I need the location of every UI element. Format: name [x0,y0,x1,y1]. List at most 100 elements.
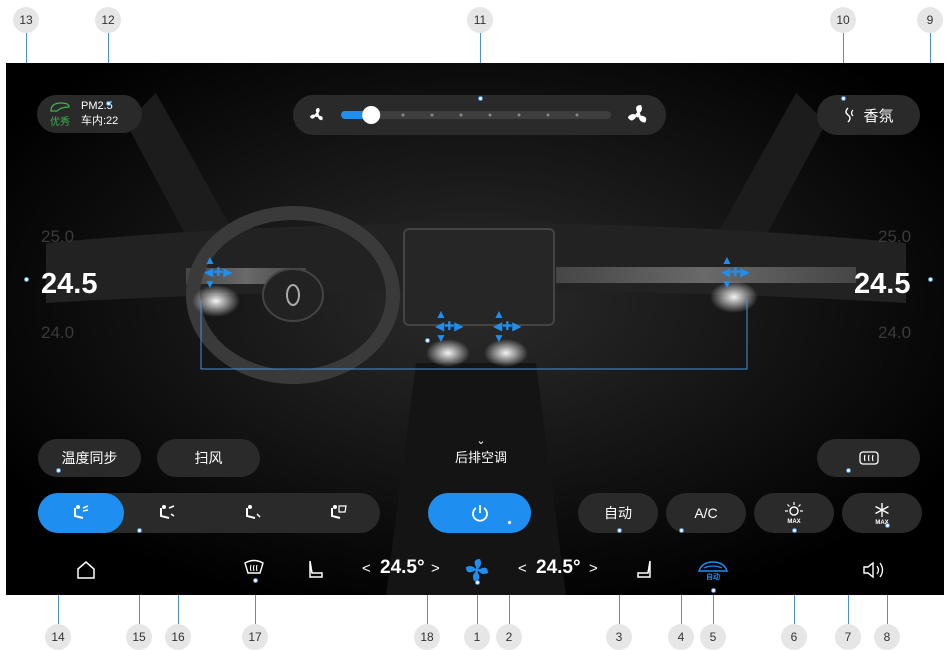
svg-text:自动: 自动 [706,572,720,581]
rear-defrost-icon [858,451,879,465]
passenger-temp-display: 24.5° [536,557,581,578]
driver-temp-display: 24.5° [380,557,425,578]
callout-10: 10 [830,7,856,33]
callout-13: 13 [13,7,39,33]
callout-16: 16 [165,624,191,650]
bottom-nav-bar: < 24.5° > < 24.5° > 自动 [6,545,944,595]
callout-3: 3 [606,624,632,650]
leader-dot-6 [792,528,797,533]
driver-temp-below[interactable]: 24.0 [41,323,74,343]
fragrance-button[interactable]: 香氛 [817,95,920,135]
interior-pm25-value: 车内:22 [81,115,119,127]
leader-dot-11 [478,96,483,101]
fan-high-icon [627,105,647,123]
airflow-defrost-feet-icon [331,505,347,519]
leader-dot-4 [679,528,684,533]
leader-dot-15 [137,528,142,533]
air-quality-rating: 优秀 [50,116,70,128]
leader-dot-13 [24,277,29,282]
driver-temp-above[interactable]: 25.0 [41,227,74,247]
max-cool-icon: MAX [875,503,889,525]
max-cool-button[interactable]: MAX [842,493,922,533]
leader-dot-10 [841,96,846,101]
airflow-mode-group [38,493,380,533]
leader-dot-9 [928,277,933,282]
center-right-vent-arrows-icon[interactable]: ▲ ◀✚▶ ▼ [493,308,522,344]
fragrance-label: 香氛 [863,107,894,125]
leader-dot-18 [425,338,430,343]
callout-15: 15 [126,624,152,650]
leaf-icon [50,101,70,112]
fragrance-icon [845,107,854,123]
leader-line-5 [713,590,714,624]
driver-seat-icon[interactable] [304,558,326,580]
airflow-feet-icon [246,505,261,519]
ac-button[interactable]: A/C [666,493,746,533]
rear-ac-button[interactable]: ⌄ 后排空调 [441,435,521,466]
callout-9: 9 [917,7,943,33]
leader-dot-1 [475,580,480,585]
rear-ac-label: 后排空调 [454,450,507,465]
leader-dot-3 [617,528,622,533]
callout-2: 2 [496,624,522,650]
callout-12: 12 [95,7,121,33]
callout-14: 14 [45,624,71,650]
temp-sync-button[interactable]: 温度同步 [38,439,141,477]
air-quality-badge[interactable]: 优秀 PM2.5 车内:22 [37,95,142,133]
leader-dot-7 [846,468,851,473]
air-quality-status: 优秀 [49,101,71,128]
callout-8: 8 [874,624,900,650]
driver-temp-decrease[interactable]: < [362,560,371,577]
leader-dot-5 [711,588,716,593]
callout-6: 6 [781,624,807,650]
leader-dot-14 [56,468,61,473]
driver-temp-current[interactable]: 24.5 [41,268,97,301]
center-left-vent-arrows-icon[interactable]: ▲ ◀✚▶ ▼ [435,308,464,344]
leader-dot-12 [106,101,111,106]
max-heat-icon: MAX [785,502,803,525]
power-button[interactable] [428,493,531,533]
power-icon [471,505,488,522]
passenger-temp-above[interactable]: 25.0 [878,227,911,247]
airflow-mode-face-feet[interactable] [124,493,210,533]
climate-control-screen: ▲ ◀✚▶ ▼ ▲ ◀✚▶ ▼ ▲ ◀✚▶ ▼ ▲ ◀✚▶ ▼ 优秀 PM2.5 车内:22 [6,63,944,595]
callout-7: 7 [835,624,861,650]
front-defrost-icon[interactable] [243,559,265,579]
passenger-vent-arrows-icon[interactable]: ▲ ◀✚▶ ▼ [721,254,750,290]
svg-text:MAX: MAX [787,519,800,525]
annotated-screenshot: 13 12 11 10 9 14 15 16 17 18 1 2 3 4 5 6… [0,0,949,650]
max-heat-button[interactable]: MAX [754,493,834,533]
passenger-temp-increase[interactable]: > [589,560,598,577]
rear-defrost-button[interactable] [817,439,920,477]
airflow-mode-feet[interactable] [210,493,296,533]
leader-dot-2 [507,520,512,525]
driver-temp-increase[interactable]: > [431,560,440,577]
fan-speed-slider[interactable] [293,95,666,135]
auto-button[interactable]: 自动 [578,493,658,533]
fan-slider-knob[interactable] [362,106,381,124]
chevron-down-icon: ⌄ [476,435,486,447]
callout-18: 18 [414,624,440,650]
callout-4: 4 [668,624,694,650]
leader-dot-8 [885,523,890,528]
home-icon[interactable] [75,559,97,581]
passenger-temp-below[interactable]: 24.0 [878,323,911,343]
airflow-mode-face[interactable] [38,493,124,533]
driver-vent-arrows-icon[interactable]: ▲ ◀✚▶ ▼ [204,254,233,290]
air-recirculation-icon[interactable]: 自动 [696,557,730,581]
passenger-seat-icon[interactable] [634,558,656,580]
leader-dot-17 [253,578,258,583]
airflow-mode-defrost-feet[interactable] [296,493,380,533]
fan-slider-track[interactable] [341,111,611,119]
fan-icon[interactable] [465,558,489,582]
callout-17: 17 [242,624,268,650]
airflow-face-feet-icon [160,505,175,519]
passenger-temp-current[interactable]: 24.5 [854,268,910,301]
fan-low-icon [309,108,323,121]
sweep-button[interactable]: 扫风 [157,439,260,477]
passenger-temp-decrease[interactable]: < [518,560,527,577]
volume-icon[interactable] [861,560,887,580]
callout-5: 5 [700,624,726,650]
airflow-face-icon [74,505,89,519]
callout-11: 11 [467,7,493,33]
